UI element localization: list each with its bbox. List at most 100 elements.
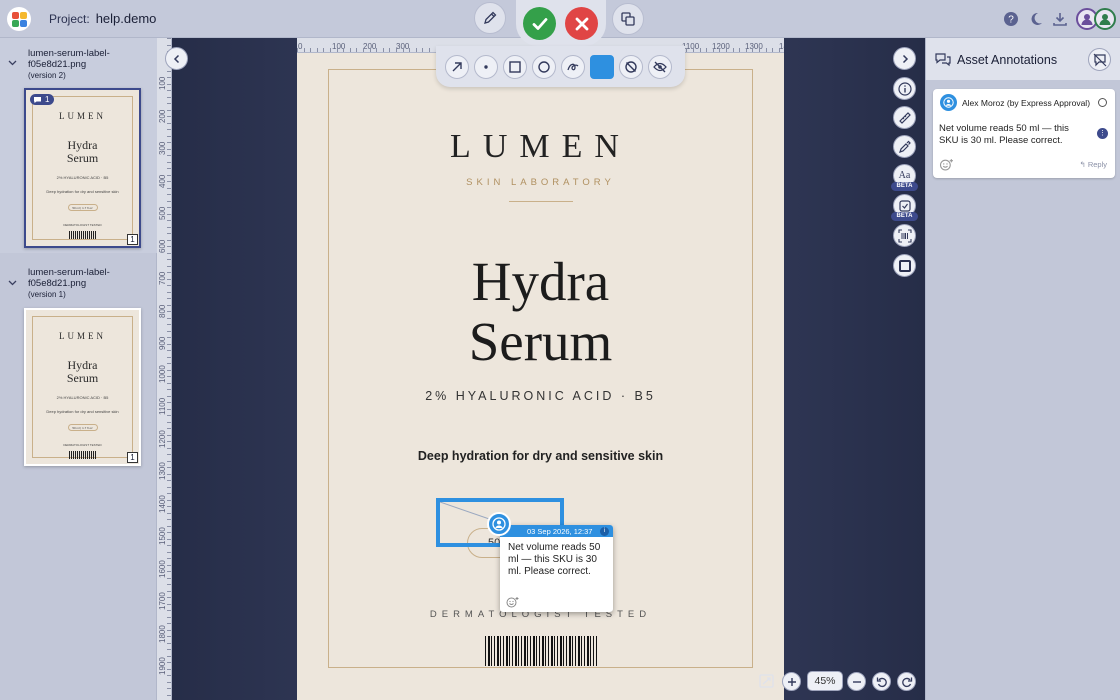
reply-label: Reply	[1087, 160, 1107, 169]
comment-count-badge[interactable]: 1	[30, 94, 55, 105]
ruler-tick	[712, 48, 714, 52]
approve-button[interactable]	[523, 7, 556, 40]
comments-icon	[934, 52, 952, 68]
frame-toggle-button[interactable]	[893, 254, 916, 277]
add-reaction-icon[interactable]	[506, 596, 520, 608]
ruler-tick	[167, 376, 171, 377]
ruler-tick-label: 1200	[712, 42, 730, 51]
ruler-tick	[167, 259, 171, 260]
compare-button[interactable]	[612, 3, 644, 35]
artwork-barcode	[485, 636, 597, 666]
annotation-popup[interactable]: 03 Sep 2026, 12:37 i Net volume reads 50…	[500, 525, 613, 612]
collapse-panel-button[interactable]	[893, 47, 916, 70]
version-thumbnail[interactable]: LUMEN Hydra Serum 2% HYALURONIC ACID · B5…	[24, 88, 141, 248]
artwork-description: Deep hydration for dry and sensitive ski…	[417, 449, 664, 463]
ruler-tick	[167, 402, 171, 403]
thumb-description: Deep hydration for dry and sensitive ski…	[46, 409, 119, 414]
version-item[interactable]: lumen-serum-label-f05e8d21.png (version …	[0, 38, 157, 253]
ruler-tick	[772, 48, 774, 52]
ruler-tick	[167, 512, 171, 514]
version-item[interactable]: lumen-serum-label-f05e8d21.png (version …	[0, 256, 157, 471]
ruler-tick	[167, 161, 171, 163]
ruler-tick	[167, 265, 171, 267]
ruler-tick	[167, 473, 171, 475]
collapse-sidebar-button[interactable]	[165, 47, 188, 70]
thumb-derm: DERMATOLOGIST TESTED	[63, 223, 102, 227]
reply-link[interactable]: ↰ Reply	[1079, 160, 1107, 169]
clear-shapes-button[interactable]	[619, 54, 643, 79]
ruler-tick	[167, 486, 171, 488]
ruler-tick	[167, 564, 171, 566]
ruler-tick	[167, 330, 171, 332]
thumb-derm: DERMATOLOGIST TESTED	[63, 443, 102, 447]
ruler-tick	[167, 532, 171, 533]
ruler-tick	[167, 382, 171, 384]
project-name[interactable]: help.demo	[96, 11, 157, 26]
app-logo[interactable]	[7, 7, 31, 31]
rectangle-tool-button[interactable]	[503, 54, 527, 79]
ruler-tick	[167, 285, 171, 286]
resolve-toggle[interactable]	[1098, 98, 1107, 107]
asset-count-badge: 1	[127, 452, 138, 463]
disable-comments-button[interactable]	[1088, 48, 1111, 71]
measure-button[interactable]	[893, 106, 916, 129]
collaborator-avatar-icon[interactable]	[1094, 8, 1116, 30]
artwork-ingredients: 2% HYALURONIC ACID · B5	[425, 389, 656, 403]
ruler-tick	[167, 584, 171, 585]
info-button[interactable]	[893, 77, 916, 100]
ruler-tick	[167, 311, 171, 312]
artwork-product-name: Hydra Serum	[297, 252, 784, 372]
barcode-scan-button[interactable]	[893, 224, 916, 247]
check-icon	[532, 17, 547, 30]
zoom-in-button[interactable]	[782, 672, 801, 691]
ruler-tick	[167, 38, 171, 39]
ruler-tick	[167, 558, 171, 559]
comment-card[interactable]: Alex Moroz (by Express Approval) Net vol…	[933, 89, 1115, 178]
more-options-icon[interactable]: ⋮	[1097, 128, 1108, 139]
version-thumbnail[interactable]: LUMEN Hydra Serum 2% HYALURONIC ACID · B5…	[24, 308, 141, 466]
ruler-tick	[167, 668, 171, 670]
ruler-tick	[303, 48, 305, 52]
chevron-down-icon[interactable]	[8, 60, 17, 66]
zoom-level[interactable]: 45%	[807, 671, 843, 691]
ruler-tick	[167, 291, 171, 293]
arrow-icon	[452, 61, 462, 71]
download-icon[interactable]	[1050, 9, 1070, 29]
ruler-tick-label: 1400	[158, 494, 167, 513]
dark-mode-icon[interactable]	[1026, 9, 1046, 29]
ruler-tick	[167, 213, 171, 215]
fit-to-screen-icon[interactable]	[759, 674, 774, 688]
annotation-pin[interactable]	[487, 512, 511, 536]
rotate-left-button[interactable]	[872, 672, 891, 691]
ruler-tick-label: 400	[158, 174, 167, 188]
ruler-tick	[167, 343, 171, 345]
ruler-tick	[330, 48, 331, 52]
freehand-tool-button[interactable]	[561, 54, 585, 79]
ruler-tick	[759, 48, 760, 52]
help-icon[interactable]: ?	[1001, 9, 1021, 29]
thumb-ingredients: 2% HYALURONIC ACID · B5	[56, 395, 109, 400]
ruler-tick	[167, 694, 171, 696]
ruler-tick	[778, 48, 780, 52]
ruler-tick-label: 1200	[158, 429, 167, 448]
ruler-tick	[167, 428, 171, 429]
ruler-tick	[336, 48, 338, 52]
zoom-out-button[interactable]	[847, 672, 866, 691]
point-tool-button[interactable]	[474, 54, 498, 79]
info-icon[interactable]: i	[600, 527, 609, 536]
fill-color-button[interactable]	[590, 54, 614, 79]
hide-annotations-button[interactable]	[648, 54, 672, 79]
ruler-tick	[167, 610, 171, 611]
ruler-tick	[167, 597, 171, 598]
circle-icon	[538, 60, 550, 73]
arrow-tool-button[interactable]	[445, 54, 469, 79]
freehand-icon	[567, 63, 579, 70]
chevron-down-icon[interactable]	[8, 280, 17, 286]
add-reaction-icon[interactable]	[939, 158, 955, 171]
color-picker-button[interactable]	[893, 135, 916, 158]
ruler-tick	[376, 48, 378, 52]
reject-button[interactable]	[565, 7, 598, 40]
rotate-right-button[interactable]	[897, 672, 916, 691]
ellipse-tool-button[interactable]	[532, 54, 556, 79]
draw-mode-button[interactable]	[474, 2, 506, 34]
